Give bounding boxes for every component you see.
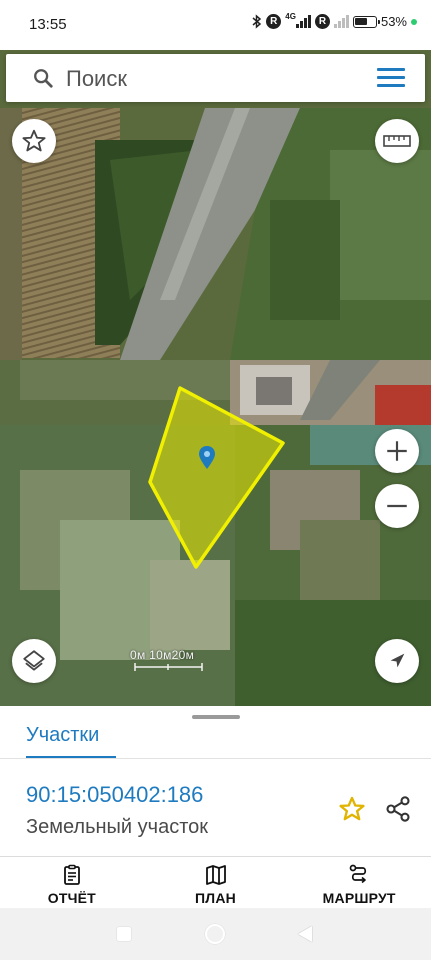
battery-icon bbox=[352, 15, 380, 28]
signal-icon bbox=[295, 15, 311, 28]
zoom-out-button[interactable] bbox=[375, 484, 419, 528]
sim-r-icon-2: R bbox=[314, 14, 330, 29]
locate-arrow-icon bbox=[390, 653, 405, 668]
zoom-in-icon bbox=[387, 441, 407, 461]
favorite-star-icon bbox=[22, 129, 46, 152]
plan-label: ПЛАН bbox=[195, 889, 236, 906]
sheet-drag-handle[interactable] bbox=[192, 715, 240, 719]
report-label: ОТЧЁТ bbox=[47, 889, 96, 906]
bottom-sheet: Участки 90:15:050402:186 Земельный участ… bbox=[0, 706, 431, 908]
divider bbox=[0, 758, 431, 759]
route-label: МАРШРУТ bbox=[322, 889, 396, 906]
scale-label: 0м 10м20м bbox=[130, 648, 195, 662]
home-icon[interactable] bbox=[205, 924, 225, 944]
parcel-cadastral-number[interactable]: 90:15:050402:186 bbox=[26, 782, 203, 808]
system-nav-bar bbox=[0, 908, 431, 960]
search-input[interactable] bbox=[66, 63, 356, 95]
privacy-dot bbox=[411, 18, 417, 25]
sim-r-icon: R bbox=[266, 14, 282, 29]
bluetooth-icon bbox=[252, 14, 262, 29]
ruler-button[interactable] bbox=[375, 119, 419, 163]
search-bar bbox=[6, 54, 425, 102]
report-button[interactable]: ОТЧЁТ bbox=[0, 858, 144, 910]
network-type: 4G bbox=[285, 12, 296, 21]
signal-icon-2 bbox=[333, 15, 349, 28]
locate-button[interactable] bbox=[375, 639, 419, 683]
layers-button[interactable] bbox=[12, 639, 56, 683]
status-bar: 13:55 R 4G R 53% bbox=[0, 0, 431, 50]
status-time: 13:55 bbox=[29, 16, 67, 33]
route-icon bbox=[349, 864, 367, 883]
divider bbox=[0, 856, 431, 857]
tab-parcels[interactable]: Участки bbox=[26, 724, 99, 747]
share-icon[interactable] bbox=[384, 795, 412, 823]
report-icon bbox=[63, 864, 80, 885]
action-bar: ОТЧЁТ ПЛАН МАРШРУТ bbox=[0, 858, 431, 910]
back-icon[interactable] bbox=[298, 926, 312, 942]
favorite-parcel-star-icon[interactable] bbox=[338, 795, 366, 823]
map-scale: 0м 10м20м bbox=[130, 648, 204, 672]
map-plan-icon bbox=[205, 864, 226, 885]
layers-icon bbox=[23, 650, 45, 671]
battery-percent: 53% bbox=[380, 14, 407, 29]
favorite-star-button[interactable] bbox=[12, 119, 56, 163]
status-icons: R 4G R 53% bbox=[251, 12, 417, 29]
route-button[interactable]: МАРШРУТ bbox=[287, 858, 431, 910]
plan-button[interactable]: ПЛАН bbox=[144, 858, 288, 910]
zoom-out-icon bbox=[387, 504, 407, 508]
parcel-type: Земельный участок bbox=[26, 816, 209, 838]
menu-icon[interactable] bbox=[377, 68, 405, 88]
scale-bar-icon bbox=[134, 663, 203, 671]
recents-icon[interactable] bbox=[117, 927, 131, 941]
zoom-in-button[interactable] bbox=[375, 429, 419, 473]
satellite-map[interactable] bbox=[0, 50, 431, 706]
map-imagery bbox=[0, 50, 431, 706]
search-icon[interactable] bbox=[32, 67, 54, 89]
ruler-icon bbox=[383, 135, 411, 147]
